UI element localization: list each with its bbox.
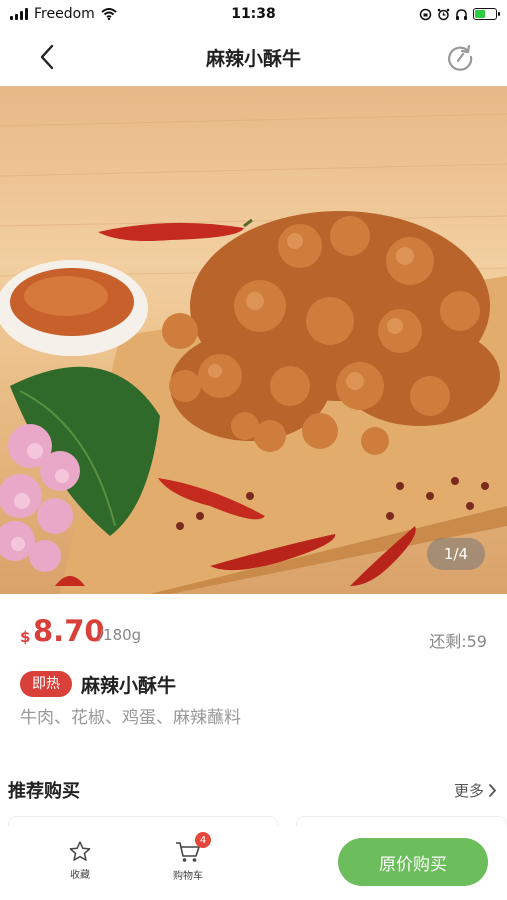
recommend-more-label: 更多: [453, 781, 484, 800]
product-name: 麻辣小酥牛: [81, 674, 177, 697]
chevron-left-icon: [40, 44, 54, 70]
favorite-label: 收藏: [70, 870, 90, 881]
bottom-action-bar: 收藏 4 购物车 原价购买: [0, 826, 507, 900]
price-currency: $: [20, 628, 31, 646]
page-title: 麻辣小酥牛: [205, 47, 301, 70]
status-right: [419, 8, 500, 21]
battery-charging-icon: [473, 8, 500, 20]
price-row: $ 8.70 /180g 还剩:59: [20, 614, 487, 654]
lock-rotation-icon: [419, 8, 432, 20]
recommend-card[interactable]: [8, 816, 278, 826]
cart-count-badge: 4: [195, 832, 211, 848]
back-button[interactable]: [30, 40, 64, 74]
cart-label: 购物车: [173, 871, 203, 882]
headphones-icon: [456, 8, 467, 20]
refresh-icon: [448, 44, 473, 71]
recommend-header: 推荐购买 更多: [8, 776, 497, 804]
price-unit: /180g: [98, 626, 142, 644]
product-title-row: 即热 麻辣小酥牛: [20, 668, 487, 700]
refresh-button[interactable]: [443, 40, 477, 74]
cart-button[interactable]: 4 购物车: [158, 832, 218, 882]
alarm-icon: [437, 8, 450, 20]
recommend-more-link[interactable]: 更多: [454, 780, 497, 801]
price-value: 8.70: [33, 614, 105, 648]
stock-remaining: 还剩:59: [429, 632, 487, 651]
nav-bar: 麻辣小酥牛: [0, 28, 507, 86]
recommend-title: 推荐购买: [8, 781, 80, 802]
product-photo: [0, 113, 507, 594]
star-icon: [69, 841, 91, 861]
buy-original-price-button[interactable]: 原价购买: [338, 838, 488, 886]
chevron-right-icon: [489, 783, 497, 797]
favorite-button[interactable]: 收藏: [50, 840, 110, 881]
product-tag: 即热: [20, 671, 72, 697]
product-ingredients: 牛肉、花椒、鸡蛋、麻辣蘸料: [20, 708, 241, 728]
recommend-card[interactable]: [296, 816, 507, 826]
product-image-gallery[interactable]: 1/4: [0, 86, 507, 594]
status-bar: Freedom 11:38: [0, 0, 507, 28]
image-page-indicator: 1/4: [427, 538, 485, 570]
